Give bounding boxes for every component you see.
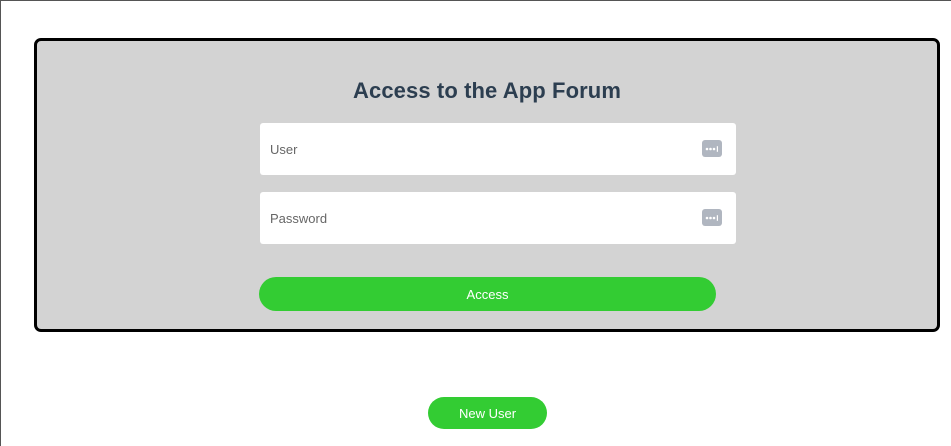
access-button[interactable]: Access — [259, 277, 716, 311]
login-panel: Access to the App Forum User Access — [34, 38, 940, 332]
user-field — [260, 123, 736, 175]
page: Access to the App Forum User Access New … — [0, 0, 951, 446]
password-manager-icon[interactable] — [702, 140, 722, 157]
page-title: Access to the App Forum — [353, 78, 621, 103]
password-manager-icon[interactable] — [702, 209, 722, 226]
user-input[interactable] — [260, 123, 680, 175]
password-input[interactable] — [260, 192, 680, 244]
password-field — [260, 192, 736, 244]
new-user-button[interactable]: New User — [428, 397, 547, 429]
